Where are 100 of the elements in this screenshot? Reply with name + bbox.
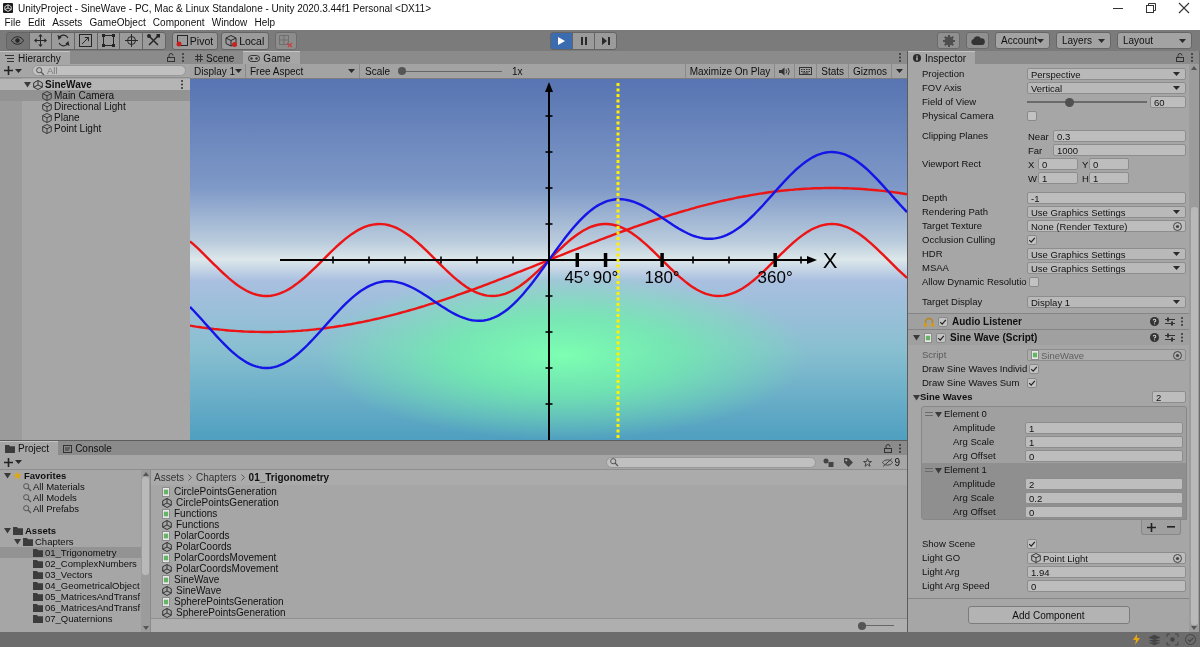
dropdown[interactable]: Perspective bbox=[1027, 68, 1186, 80]
checkbox[interactable] bbox=[1027, 539, 1037, 549]
panel-tab[interactable]: Project bbox=[0, 441, 59, 455]
dropdown[interactable]: Display 1 bbox=[1027, 296, 1186, 308]
number-field[interactable]: 0 bbox=[1025, 450, 1183, 462]
custom-tool-button[interactable] bbox=[142, 31, 166, 50]
tree-item[interactable]: All Materials bbox=[0, 481, 141, 492]
disclosure-triangle-icon[interactable] bbox=[935, 410, 942, 418]
gizmos-button[interactable]: Gizmos bbox=[848, 64, 891, 78]
hierarchy-item[interactable]: Directional Light bbox=[0, 101, 190, 112]
menu-item[interactable]: Window bbox=[208, 16, 251, 30]
disclosure-triangle-icon[interactable] bbox=[4, 472, 11, 479]
hierarchy-item[interactable]: Main Camera bbox=[0, 90, 190, 101]
scrollbar-thumb[interactable] bbox=[1190, 207, 1198, 625]
pause-button[interactable] bbox=[572, 31, 595, 50]
sliders-icon[interactable] bbox=[1165, 333, 1175, 342]
icon-size-slider-thumb[interactable] bbox=[858, 621, 866, 630]
tree-item[interactable]: Assets bbox=[0, 525, 141, 536]
cloud-button[interactable] bbox=[966, 32, 989, 49]
account-dropdown[interactable]: Account bbox=[995, 32, 1050, 49]
add-element-button[interactable] bbox=[1147, 522, 1157, 532]
scroll-up-arrow-icon[interactable] bbox=[142, 472, 149, 476]
rotate-tool-button[interactable] bbox=[51, 31, 76, 50]
number-field[interactable]: 1000 bbox=[1053, 144, 1186, 156]
text-field[interactable]: 0 bbox=[1027, 580, 1186, 592]
object-field[interactable]: Point Light bbox=[1027, 552, 1186, 564]
padlock-icon[interactable] bbox=[167, 53, 175, 62]
space-button[interactable]: Local bbox=[221, 31, 270, 50]
menu-item[interactable]: Component bbox=[149, 16, 209, 30]
number-field[interactable]: 0.2 bbox=[1025, 492, 1183, 504]
tree-item[interactable]: 05_MatricesAndTransf bbox=[0, 591, 141, 602]
tree-item[interactable]: 01_Trigonometry bbox=[0, 547, 141, 558]
dropdown[interactable]: Use Graphics Settings bbox=[1027, 206, 1186, 218]
aspect-dropdown[interactable]: Free Aspect bbox=[246, 64, 360, 78]
object-field[interactable]: None (Render Texture) bbox=[1027, 220, 1186, 232]
disclosure-triangle-icon[interactable] bbox=[4, 527, 11, 534]
tree-item[interactable]: 02_ComplexNumbers bbox=[0, 558, 141, 569]
add-component-button[interactable]: Add Component bbox=[967, 606, 1130, 624]
asset-item[interactable]: PolarCoordsMovement bbox=[151, 552, 907, 563]
rect-tool-button[interactable] bbox=[96, 31, 121, 50]
checkbox[interactable] bbox=[1027, 378, 1037, 388]
icon-size-slider-track[interactable] bbox=[858, 621, 894, 630]
asset-item[interactable]: PolarCoords bbox=[151, 530, 907, 541]
number-field[interactable]: 60 bbox=[1150, 96, 1186, 108]
number-field[interactable]: 1 bbox=[1025, 436, 1183, 448]
drag-handle-icon[interactable] bbox=[925, 468, 933, 472]
asset-item[interactable]: PolarCoords bbox=[151, 541, 907, 552]
checkbox[interactable] bbox=[936, 332, 946, 343]
checkbox[interactable] bbox=[1027, 111, 1037, 121]
panel-tab[interactable]: Game bbox=[243, 51, 300, 64]
number-field[interactable]: 0 bbox=[1089, 158, 1129, 170]
number-field[interactable]: 0.3 bbox=[1053, 130, 1186, 142]
view-tool-button[interactable] bbox=[6, 31, 30, 50]
disclosure-triangle-icon[interactable] bbox=[24, 81, 31, 88]
menu-item[interactable]: File bbox=[1, 16, 25, 30]
panel-tab[interactable]: Inspector bbox=[908, 51, 976, 64]
scale-slider-thumb[interactable] bbox=[398, 67, 406, 75]
tree-item[interactable]: 07_Quaternions bbox=[0, 613, 141, 624]
target-icon[interactable] bbox=[1173, 221, 1182, 231]
hierarchy-item[interactable]: Point Light bbox=[0, 123, 190, 134]
list-element[interactable]: Element 0 Amplitude 1 Arg Scale 1 Arg Offset 0 bbox=[922, 407, 1186, 463]
panel-tab[interactable]: Scene bbox=[190, 51, 244, 64]
asset-item[interactable]: Functions bbox=[151, 508, 907, 519]
checkbox[interactable] bbox=[1029, 364, 1040, 374]
menu-item[interactable]: GameObject bbox=[85, 16, 150, 30]
play-button[interactable] bbox=[550, 31, 573, 50]
tree-item[interactable]: 04_GeometricalObject bbox=[0, 580, 141, 591]
disclosure-triangle-icon[interactable] bbox=[935, 466, 942, 474]
help-icon[interactable] bbox=[1150, 333, 1159, 342]
list-element[interactable]: Element 1 Amplitude 2 Arg Scale 0.2 Arg Offset 0 bbox=[922, 463, 1186, 519]
layers-dropdown[interactable]: Layers bbox=[1056, 32, 1111, 49]
breadcrumb-link[interactable]: Assets bbox=[154, 472, 184, 483]
panel-tab[interactable]: Hierarchy bbox=[0, 51, 70, 64]
settings-button[interactable] bbox=[937, 32, 960, 49]
tree-item[interactable]: Chapters bbox=[0, 536, 141, 547]
checkbox[interactable] bbox=[1028, 277, 1039, 287]
help-icon[interactable] bbox=[1150, 317, 1159, 326]
create-button[interactable] bbox=[4, 456, 22, 468]
text-field[interactable]: -1 bbox=[1027, 192, 1186, 204]
padlock-icon[interactable] bbox=[884, 443, 892, 453]
tree-item[interactable]: All Prefabs bbox=[0, 503, 141, 514]
checkbox[interactable] bbox=[1027, 235, 1037, 245]
stats-button[interactable]: Stats bbox=[816, 64, 849, 78]
breadcrumb-link[interactable]: 01_Trigonometry bbox=[248, 472, 330, 483]
asset-item[interactable]: PolarCoordsMovement bbox=[151, 563, 907, 574]
dropdown[interactable]: Vertical bbox=[1027, 82, 1186, 94]
tree-item[interactable]: 06_MatricesAndTransf bbox=[0, 602, 141, 613]
maximize-on-play-button[interactable]: Maximize On Play bbox=[684, 64, 775, 78]
hidden-packages-button[interactable]: 9 bbox=[879, 455, 903, 469]
number-field[interactable]: 1 bbox=[1089, 172, 1129, 184]
number-field[interactable]: 1 bbox=[1025, 422, 1183, 434]
disclosure-triangle-icon[interactable] bbox=[913, 393, 920, 401]
scrollbar-thumb[interactable] bbox=[142, 477, 149, 575]
tree-item[interactable]: Favorites bbox=[0, 470, 141, 481]
checkbox[interactable] bbox=[938, 316, 948, 327]
dropdown[interactable]: Use Graphics Settings bbox=[1027, 248, 1186, 260]
menu-item[interactable]: Assets bbox=[48, 16, 86, 30]
panel-tab[interactable]: Console bbox=[58, 441, 121, 455]
disclosure-triangle-icon[interactable] bbox=[913, 334, 920, 341]
number-field[interactable]: 2 bbox=[1025, 478, 1183, 490]
